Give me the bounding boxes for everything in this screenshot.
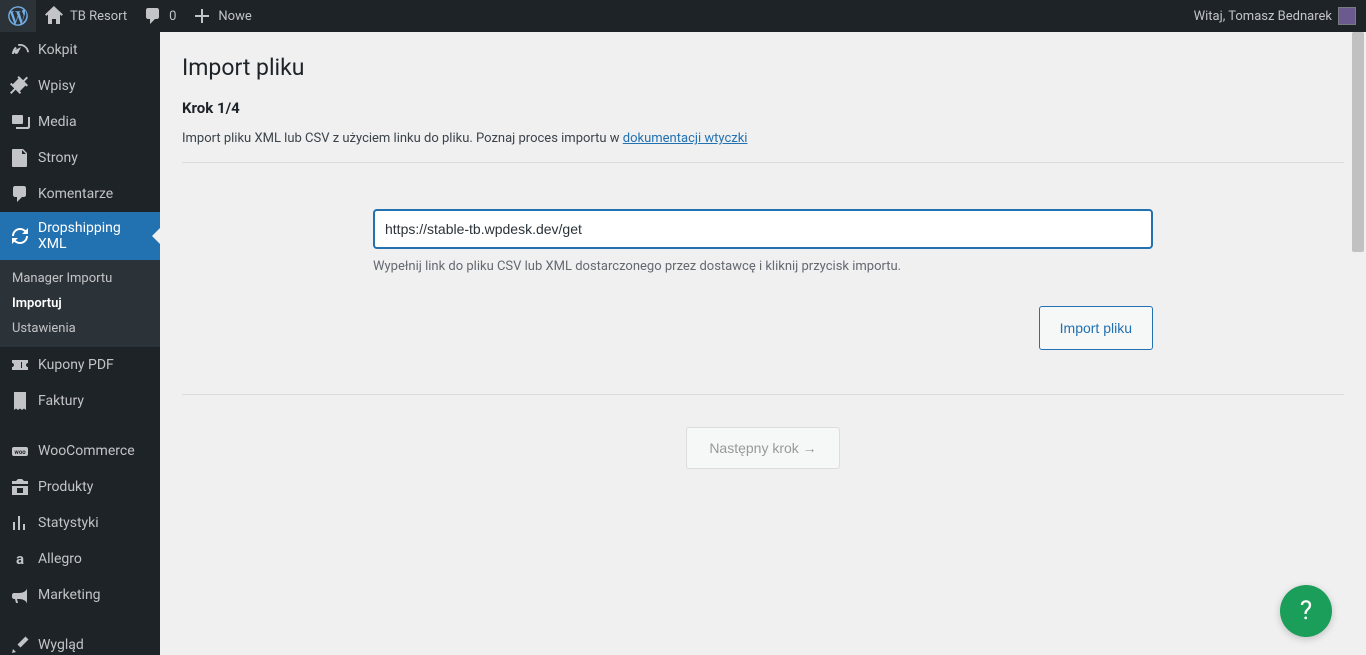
product-icon — [10, 477, 30, 497]
file-url-input[interactable] — [373, 209, 1153, 249]
sidebar-item-statystyki[interactable]: Statystyki — [0, 505, 160, 541]
admin-bar: TB Resort 0 Nowe Witaj, Tomasz Bednarek — [0, 0, 1366, 32]
sidebar-item-woocommerce[interactable]: woo WooCommerce — [0, 433, 160, 469]
sidebar-item-faktury[interactable]: Faktury — [0, 383, 160, 419]
sidebar-item-label: Allegro — [38, 551, 82, 567]
sidebar-item-komentarze[interactable]: Komentarze — [0, 176, 160, 212]
sidebar-item-media[interactable]: Media — [0, 104, 160, 140]
sidebar-item-produkty[interactable]: Produkty — [0, 469, 160, 505]
sidebar-item-marketing[interactable]: Marketing — [0, 577, 160, 613]
stats-icon — [10, 513, 30, 533]
plus-icon — [192, 6, 212, 26]
intro-text: Import pliku XML lub CSV z użyciem linku… — [182, 131, 1344, 162]
admin-sidebar: Kokpit Wpisy Media Strony Komentarze Dropship… — [0, 32, 160, 655]
sidebar-item-wygląd[interactable]: Wygląd — [0, 627, 160, 655]
site-name-link[interactable]: TB Resort — [36, 0, 135, 32]
help-text: Wypełnij link do pliku CSV lub XML dosta… — [373, 259, 1153, 274]
comments-count: 0 — [169, 9, 176, 24]
scrollbar[interactable] — [1350, 32, 1366, 655]
media-icon — [10, 112, 30, 132]
intro-prefix: Import pliku XML lub CSV z użyciem linku… — [182, 131, 623, 146]
sidebar-item-kokpit[interactable]: Kokpit — [0, 32, 160, 68]
divider — [182, 394, 1344, 395]
ticket-icon — [10, 355, 30, 375]
comments-link[interactable]: 0 — [135, 0, 184, 32]
woo-icon: woo — [10, 441, 30, 461]
help-fab[interactable]: ? — [1280, 585, 1332, 637]
sidebar-item-label: WooCommerce — [38, 443, 135, 459]
sidebar-item-label: Strony — [38, 150, 78, 166]
wp-logo[interactable] — [0, 0, 36, 32]
step-heading: Krok 1/4 — [182, 99, 1344, 117]
wordpress-icon — [8, 6, 28, 26]
new-content-link[interactable]: Nowe — [184, 0, 259, 32]
submenu-item-manager-importu[interactable]: Manager Importu — [0, 266, 160, 291]
megaphone-icon — [10, 585, 30, 605]
sidebar-item-wpisy[interactable]: Wpisy — [0, 68, 160, 104]
sidebar-item-label: Media — [38, 114, 77, 130]
docs-link[interactable]: dokumentacji wtyczki — [623, 131, 748, 146]
dashboard-icon — [10, 40, 30, 60]
pin-icon — [10, 76, 30, 96]
page-title: Import pliku — [182, 54, 1344, 81]
comment-icon — [10, 184, 30, 204]
scrollbar-thumb[interactable] — [1352, 32, 1364, 252]
new-label: Nowe — [218, 9, 251, 24]
comment-icon — [143, 6, 163, 26]
sidebar-item-label: Wpisy — [38, 78, 76, 94]
svg-text:woo: woo — [14, 449, 26, 456]
divider — [182, 162, 1344, 163]
sidebar-item-allegro[interactable]: a Allegro — [0, 541, 160, 577]
greeting-label: Witaj, Tomasz Bednarek — [1194, 9, 1332, 24]
import-button[interactable]: Import pliku — [1039, 306, 1153, 350]
sidebar-item-label: Faktury — [38, 393, 84, 409]
content-area: Import pliku Krok 1/4 Import pliku XML l… — [160, 32, 1366, 655]
site-name-label: TB Resort — [70, 9, 127, 24]
sidebar-item-label: Kupony PDF — [38, 357, 114, 373]
next-step-button: Następny krok → — [686, 427, 839, 469]
sidebar-item-strony[interactable]: Strony — [0, 140, 160, 176]
submenu-item-ustawienia[interactable]: Ustawienia — [0, 316, 160, 341]
home-icon — [44, 6, 64, 26]
sidebar-item-label: Wygląd — [38, 637, 84, 653]
sidebar-item-label: Komentarze — [38, 186, 113, 202]
allegro-icon: a — [10, 549, 30, 569]
invoice-icon — [10, 391, 30, 411]
refresh-icon — [10, 226, 30, 246]
sidebar-item-kupony-pdf[interactable]: Kupony PDF — [0, 347, 160, 383]
sidebar-item-label: Kokpit — [38, 42, 78, 58]
sidebar-item-label: Produkty — [38, 479, 93, 495]
sidebar-item-dropshipping-xml[interactable]: Dropshipping XML — [0, 212, 160, 260]
sidebar-item-label: Dropshipping XML — [38, 220, 152, 252]
brush-icon — [10, 635, 30, 655]
sidebar-item-label: Statystyki — [38, 515, 99, 531]
svg-text:a: a — [16, 550, 24, 568]
submenu-item-importuj[interactable]: Importuj — [0, 291, 160, 316]
sidebar-item-label: Marketing — [38, 587, 101, 603]
user-account-link[interactable]: Witaj, Tomasz Bednarek — [1186, 0, 1366, 32]
avatar — [1338, 7, 1356, 25]
page-icon — [10, 148, 30, 168]
